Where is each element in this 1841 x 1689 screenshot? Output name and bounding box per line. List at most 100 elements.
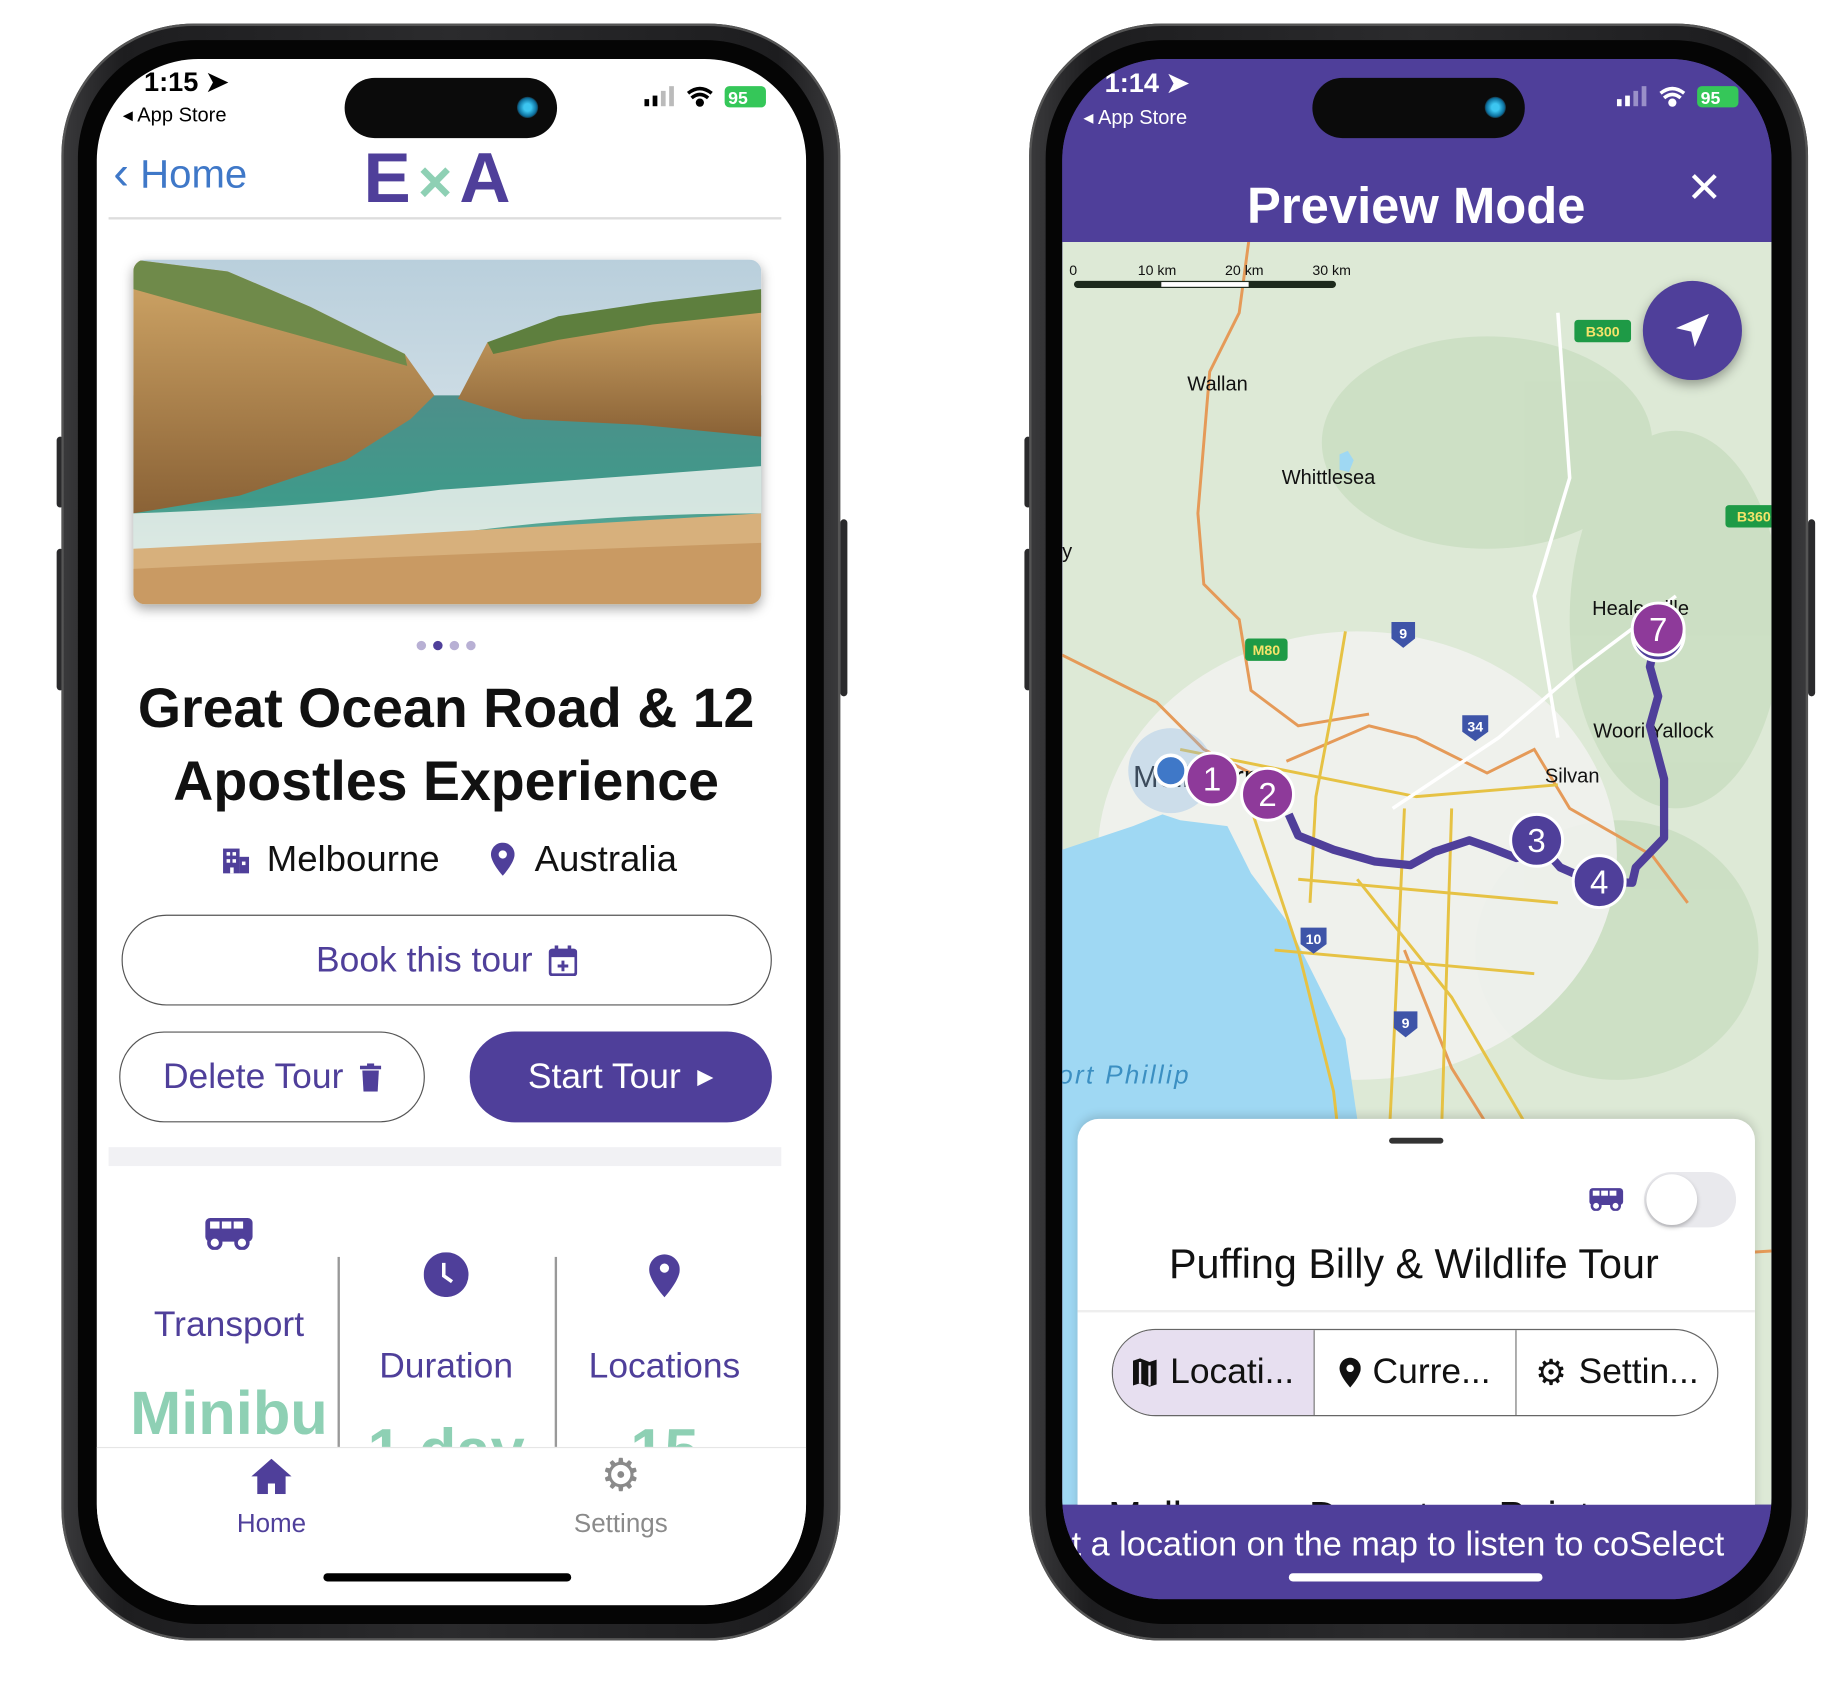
bus-icon [1589,1188,1624,1211]
tab-settings[interactable]: ⚙ Settings [562,1452,680,1548]
section-separator [108,1147,782,1167]
wifi-icon [686,86,713,107]
svg-text:9: 9 [1402,1016,1410,1032]
signal-icon [1616,86,1647,107]
segment-locations[interactable]: Locati... [1112,1330,1314,1416]
back-to-app-store[interactable]: ◂ App Store [123,104,227,128]
navigation-arrow-icon [1675,313,1709,347]
segment-settings[interactable]: ⚙ Settin... [1515,1330,1717,1416]
sheet-tour-title: Puffing Billy & Wildlife Tour [1168,1241,1659,1288]
exa-logo: E × A [363,138,511,218]
map-pin-icon [1339,1357,1361,1388]
back-home-button[interactable]: ‹ Home [113,146,248,200]
back-to-app-store[interactable]: ◂ App Store [1083,106,1187,130]
map-marker-3: 3 [1509,812,1565,868]
tab-home-label: Home [236,1508,307,1538]
map-marker-4: 4 [1571,854,1627,910]
stat-transport-label: Transport [153,1305,305,1345]
wifi-icon [1659,86,1686,107]
sheet-drag-handle[interactable] [1389,1137,1444,1144]
scale-label: 10 km [1138,263,1177,279]
back-label: Home [140,152,248,198]
segmented-control: Locati... Curre... ⚙ Settin... [1111,1328,1719,1417]
svg-text:4: 4 [1590,864,1608,901]
stat-duration-label: Duration [379,1346,514,1386]
delete-tour-label: Delete Tour [162,1056,344,1096]
map-pin-icon [649,1254,680,1298]
battery-level: 95 [728,88,748,108]
map-marker-1: 1 [1184,751,1240,807]
trash-icon [359,1062,382,1092]
toggle-knob [1646,1174,1698,1226]
scale-label: 30 km [1312,263,1351,279]
map-marker-7: 7 [1630,601,1686,663]
power-button [840,519,848,697]
book-tour-button[interactable]: Book this tour [121,914,772,1006]
tour-title-line-1: Great Ocean Road & 12 [137,676,755,739]
camera-icon [516,96,539,119]
svg-text:34: 34 [1467,720,1483,736]
power-button [1808,519,1816,697]
preview-mode-title: Preview Mode [1247,178,1586,235]
calendar-plus-icon [549,944,578,976]
home-indicator[interactable] [1288,1573,1543,1582]
gear-icon: ⚙ [600,1451,641,1502]
ticker-text: t a location on the map to listen to coS… [1071,1525,1725,1564]
home-indicator[interactable] [323,1573,572,1582]
stat-divider [337,1256,340,1449]
scale-label: 20 km [1225,263,1264,279]
chevron-left-icon: ‹ [113,147,130,200]
map-icon [1133,1358,1158,1387]
location-arrow-icon: ➤ [205,66,229,97]
svg-text:1: 1 [1203,762,1221,799]
stat-divider [554,1256,557,1449]
carousel-dots [416,640,476,651]
map-pin-icon [490,842,515,876]
tour-title-line-2: Apostles Experience [173,749,719,812]
tour-photo[interactable] [133,259,762,605]
svg-text:3: 3 [1527,823,1545,860]
start-tour-button[interactable]: Start Tour ▶ [469,1031,772,1123]
carousel-dot[interactable] [449,640,460,651]
segment-current[interactable]: Curre... [1313,1330,1516,1416]
svg-text:B300: B300 [1586,324,1620,340]
label-silvan: Silvan [1545,765,1600,787]
tour-city: Melbourne [266,837,440,880]
tab-settings-label: Settings [573,1508,668,1538]
location-arrow-icon: ➤ [1166,67,1190,98]
status-icons: 95 [1616,86,1739,108]
stat-locations-label: Locations [588,1346,741,1386]
building-icon [223,848,250,874]
left-phone-screen: 1:15 ➤ ◂ App Store 95 ‹ Home E × A Great… [96,59,807,1606]
tour-country: Australia [534,837,677,880]
delete-tour-button[interactable]: Delete Tour [119,1031,425,1123]
shield-b360: B360 [1725,505,1772,528]
signal-icon [644,86,674,107]
label-whittlesea: Whittlesea [1282,467,1376,489]
dynamic-island [344,77,558,139]
shield-m80: M80 [1245,638,1288,661]
current-location-dot [1153,753,1188,788]
bus-icon [205,1217,253,1250]
carousel-dot[interactable] [416,640,427,651]
sheet-divider [1077,1310,1755,1312]
carousel-dot-active[interactable] [433,640,443,651]
transport-toggle[interactable] [1644,1171,1737,1228]
instruction-ticker: t a location on the map to listen to coS… [1062,1504,1772,1600]
segment-label: Curre... [1372,1352,1491,1392]
recenter-button[interactable] [1642,280,1742,381]
svg-text:9: 9 [1399,626,1407,642]
carousel-dot[interactable] [466,640,476,651]
svg-text:10: 10 [1306,932,1322,948]
svg-text:M80: M80 [1253,643,1281,659]
back-app-label: App Store [1097,106,1188,129]
right-phone-screen: 0 10 km 20 km 30 km Wallan Whittlesea y … [1062,59,1772,1600]
tab-home[interactable]: Home [212,1454,330,1548]
segment-label: Settin... [1578,1352,1699,1392]
status-icons: 95 [644,86,766,108]
status-time: 1:15 ➤ [143,66,229,97]
label-wallan: Wallan [1187,374,1248,396]
back-app-label: App Store [137,103,227,127]
close-icon[interactable]: ✕ [1687,163,1723,213]
gear-icon: ⚙ [1535,1353,1567,1393]
